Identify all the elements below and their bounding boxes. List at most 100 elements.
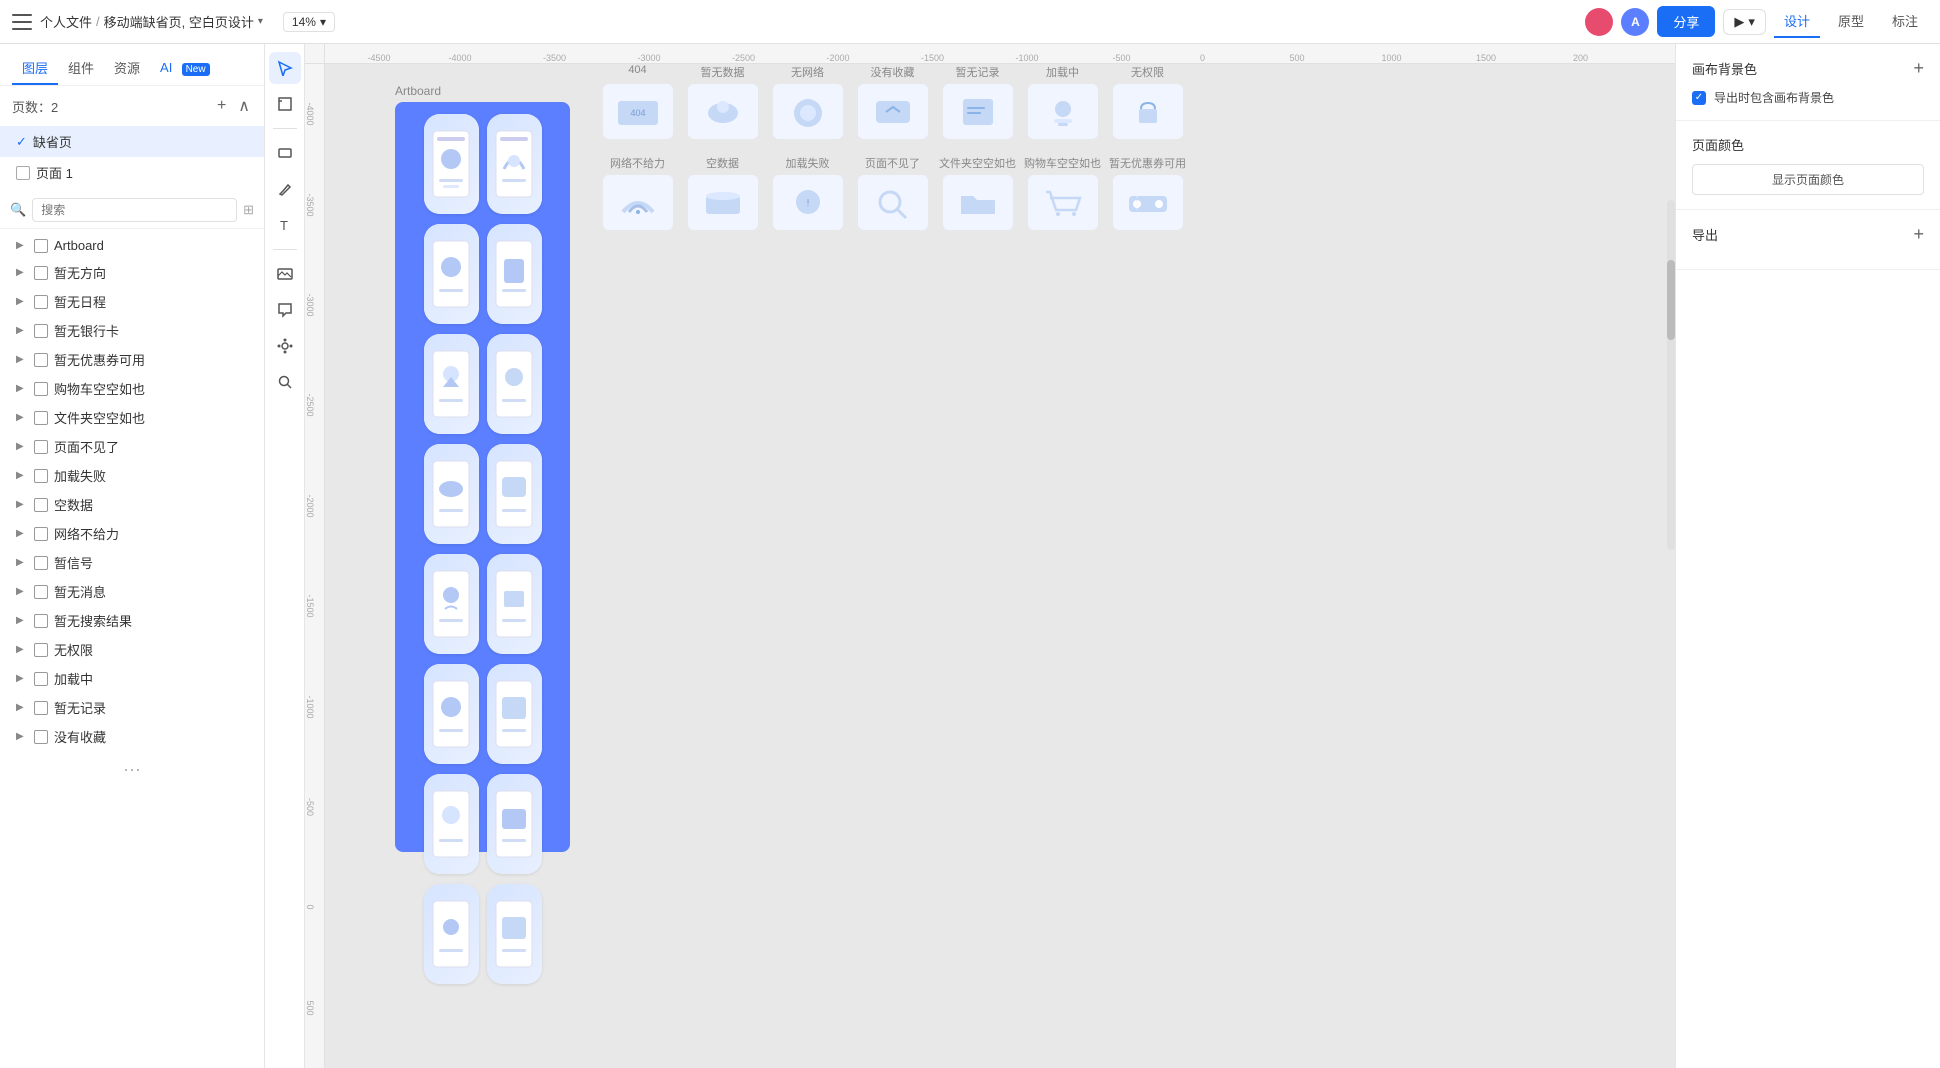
layer-item[interactable]: ▶ 无权限 (0, 635, 264, 664)
search-tool[interactable] (269, 366, 301, 398)
phone-mockup[interactable] (424, 664, 479, 764)
card-nosave[interactable] (850, 84, 935, 139)
layer-item[interactable]: ▶ 暂无银行卡 (0, 316, 264, 345)
scrollbar-thumb[interactable] (1667, 260, 1675, 340)
ruler-tick: -2000 (826, 53, 849, 63)
card-norecord[interactable] (935, 84, 1020, 139)
page-item-page1[interactable]: 页面 1 (0, 157, 264, 188)
tab-prototype[interactable]: 原型 (1828, 5, 1874, 38)
card-loadfail[interactable]: ! (765, 175, 850, 230)
phone-mockup[interactable] (424, 334, 479, 434)
more-icon[interactable]: ··· (0, 751, 264, 788)
phone-mockup[interactable] (424, 224, 479, 324)
layer-item[interactable]: ▶ 文件夹空空如也 (0, 403, 264, 432)
play-button[interactable]: ▶ ▾ (1723, 9, 1766, 35)
layer-item[interactable]: ▶ 加载失败 (0, 461, 264, 490)
ruler-tick: 0 (1200, 53, 1205, 63)
layer-item[interactable]: ▶ 空数据 (0, 490, 264, 519)
card-nowifi[interactable] (765, 84, 850, 139)
export-title: 导出 (1692, 225, 1718, 244)
layer-item[interactable]: ▶ 暂无消息 (0, 577, 264, 606)
layer-item[interactable]: ▶ 网络不给力 (0, 519, 264, 548)
breadcrumb-current[interactable]: 移动端缺省页, 空白页设计 ▾ (104, 12, 263, 31)
phone-mockup[interactable] (487, 444, 542, 544)
add-page-button[interactable]: + (215, 95, 228, 117)
canvas-bg-add-button[interactable]: + (1913, 58, 1924, 79)
card-nodata[interactable] (680, 84, 765, 139)
image-tool[interactable] (269, 258, 301, 290)
phone-mockup[interactable] (487, 554, 542, 654)
tab-assets[interactable]: 资源 (104, 52, 150, 85)
card-nocoupon[interactable] (1105, 175, 1190, 230)
phone-mockup[interactable] (487, 664, 542, 764)
canvas-area[interactable]: -4500 -4000 -3500 -3000 -2500 -2000 -150… (305, 44, 1675, 1068)
breadcrumb-parent[interactable]: 个人文件 (40, 12, 92, 31)
component-tool[interactable] (269, 330, 301, 362)
layer-artboard[interactable]: ▶ Artboard (0, 233, 264, 258)
card-labels-row1: 404 暂无数据 无网络 没有收藏 暂无记录 加载中 无权限 (595, 64, 1190, 80)
phone-mockup[interactable] (424, 554, 479, 654)
ruler-tick: -1500 (921, 53, 944, 63)
card-emptydata[interactable] (680, 175, 765, 230)
page-color-button[interactable]: 显示页面颜色 (1692, 164, 1924, 195)
card-folderempty[interactable] (935, 175, 1020, 230)
frame-tool[interactable] (269, 88, 301, 120)
tab-ai[interactable]: AI New (150, 54, 220, 83)
card-notfound[interactable] (850, 175, 935, 230)
export-add-button[interactable]: + (1913, 224, 1924, 245)
search-input[interactable] (32, 198, 237, 222)
layer-item[interactable]: ▶ 暂信号 (0, 548, 264, 577)
page-item-quesheng[interactable]: ✓ 缺省页 (0, 126, 264, 157)
card-label-folderempty: 文件夹空空如也 (935, 155, 1020, 171)
canvas-content[interactable]: Artboard (325, 64, 1675, 1068)
tab-design[interactable]: 设计 (1774, 5, 1820, 38)
zoom-control[interactable]: 14% ▾ (283, 12, 335, 32)
canvas-bg-title: 画布背景色 (1692, 59, 1757, 78)
ruler-tick: 500 (1289, 53, 1304, 63)
layer-item[interactable]: ▶ 购物车空空如也 (0, 374, 264, 403)
layer-item[interactable]: ▶ 暂无方向 (0, 258, 264, 287)
card-label-emptydata: 空数据 (680, 155, 765, 171)
card-404[interactable]: 404 (595, 84, 680, 139)
layer-item[interactable]: ▶ 暂无日程 (0, 287, 264, 316)
phone-mockup[interactable] (487, 224, 542, 324)
phone-mockup[interactable] (424, 114, 479, 214)
layer-item[interactable]: ▶ 暂无优惠券可用 (0, 345, 264, 374)
layer-icon (34, 353, 48, 367)
rectangle-tool[interactable] (269, 137, 301, 169)
avatar[interactable] (1585, 8, 1613, 36)
arrow-icon: ▶ (16, 702, 28, 713)
card-cartempty[interactable] (1020, 175, 1105, 230)
layer-item[interactable]: ▶ 页面不见了 (0, 432, 264, 461)
card-noperm[interactable] (1105, 84, 1190, 139)
comment-tool[interactable] (269, 294, 301, 326)
ai-icon[interactable]: A (1621, 8, 1649, 36)
phone-mockup[interactable] (487, 774, 542, 874)
phone-mockup[interactable] (487, 334, 542, 434)
scrollbar-vertical[interactable] (1667, 200, 1675, 550)
phone-mockup[interactable] (487, 884, 542, 984)
phone-mockup[interactable] (424, 884, 479, 984)
phone-mockup[interactable] (487, 114, 542, 214)
text-tool[interactable]: T (269, 209, 301, 241)
artboard-bg[interactable] (395, 102, 570, 852)
collapse-pages-button[interactable]: ∧ (236, 94, 252, 118)
tab-layers[interactable]: 图层 (12, 52, 58, 85)
pen-tool[interactable] (269, 173, 301, 205)
layer-item[interactable]: ▶ 暂无搜索结果 (0, 606, 264, 635)
tab-annotate[interactable]: 标注 (1882, 5, 1928, 38)
phone-mockup[interactable] (424, 774, 479, 874)
layer-item[interactable]: ▶ 加载中 (0, 664, 264, 693)
layer-item[interactable]: ▶ 暂无记录 (0, 693, 264, 722)
share-button[interactable]: 分享 (1657, 6, 1715, 37)
tab-components[interactable]: 组件 (58, 52, 104, 85)
filter-icon[interactable]: ⊞ (243, 202, 254, 218)
phone-mockup[interactable] (424, 444, 479, 544)
export-bg-checkbox[interactable]: ✓ (1692, 91, 1706, 105)
card-nonet[interactable] (595, 175, 680, 230)
menu-icon[interactable] (12, 14, 32, 30)
layer-icon (34, 324, 48, 338)
select-tool[interactable] (269, 52, 301, 84)
card-loading[interactable] (1020, 84, 1105, 139)
layer-item[interactable]: ▶ 没有收藏 (0, 722, 264, 751)
